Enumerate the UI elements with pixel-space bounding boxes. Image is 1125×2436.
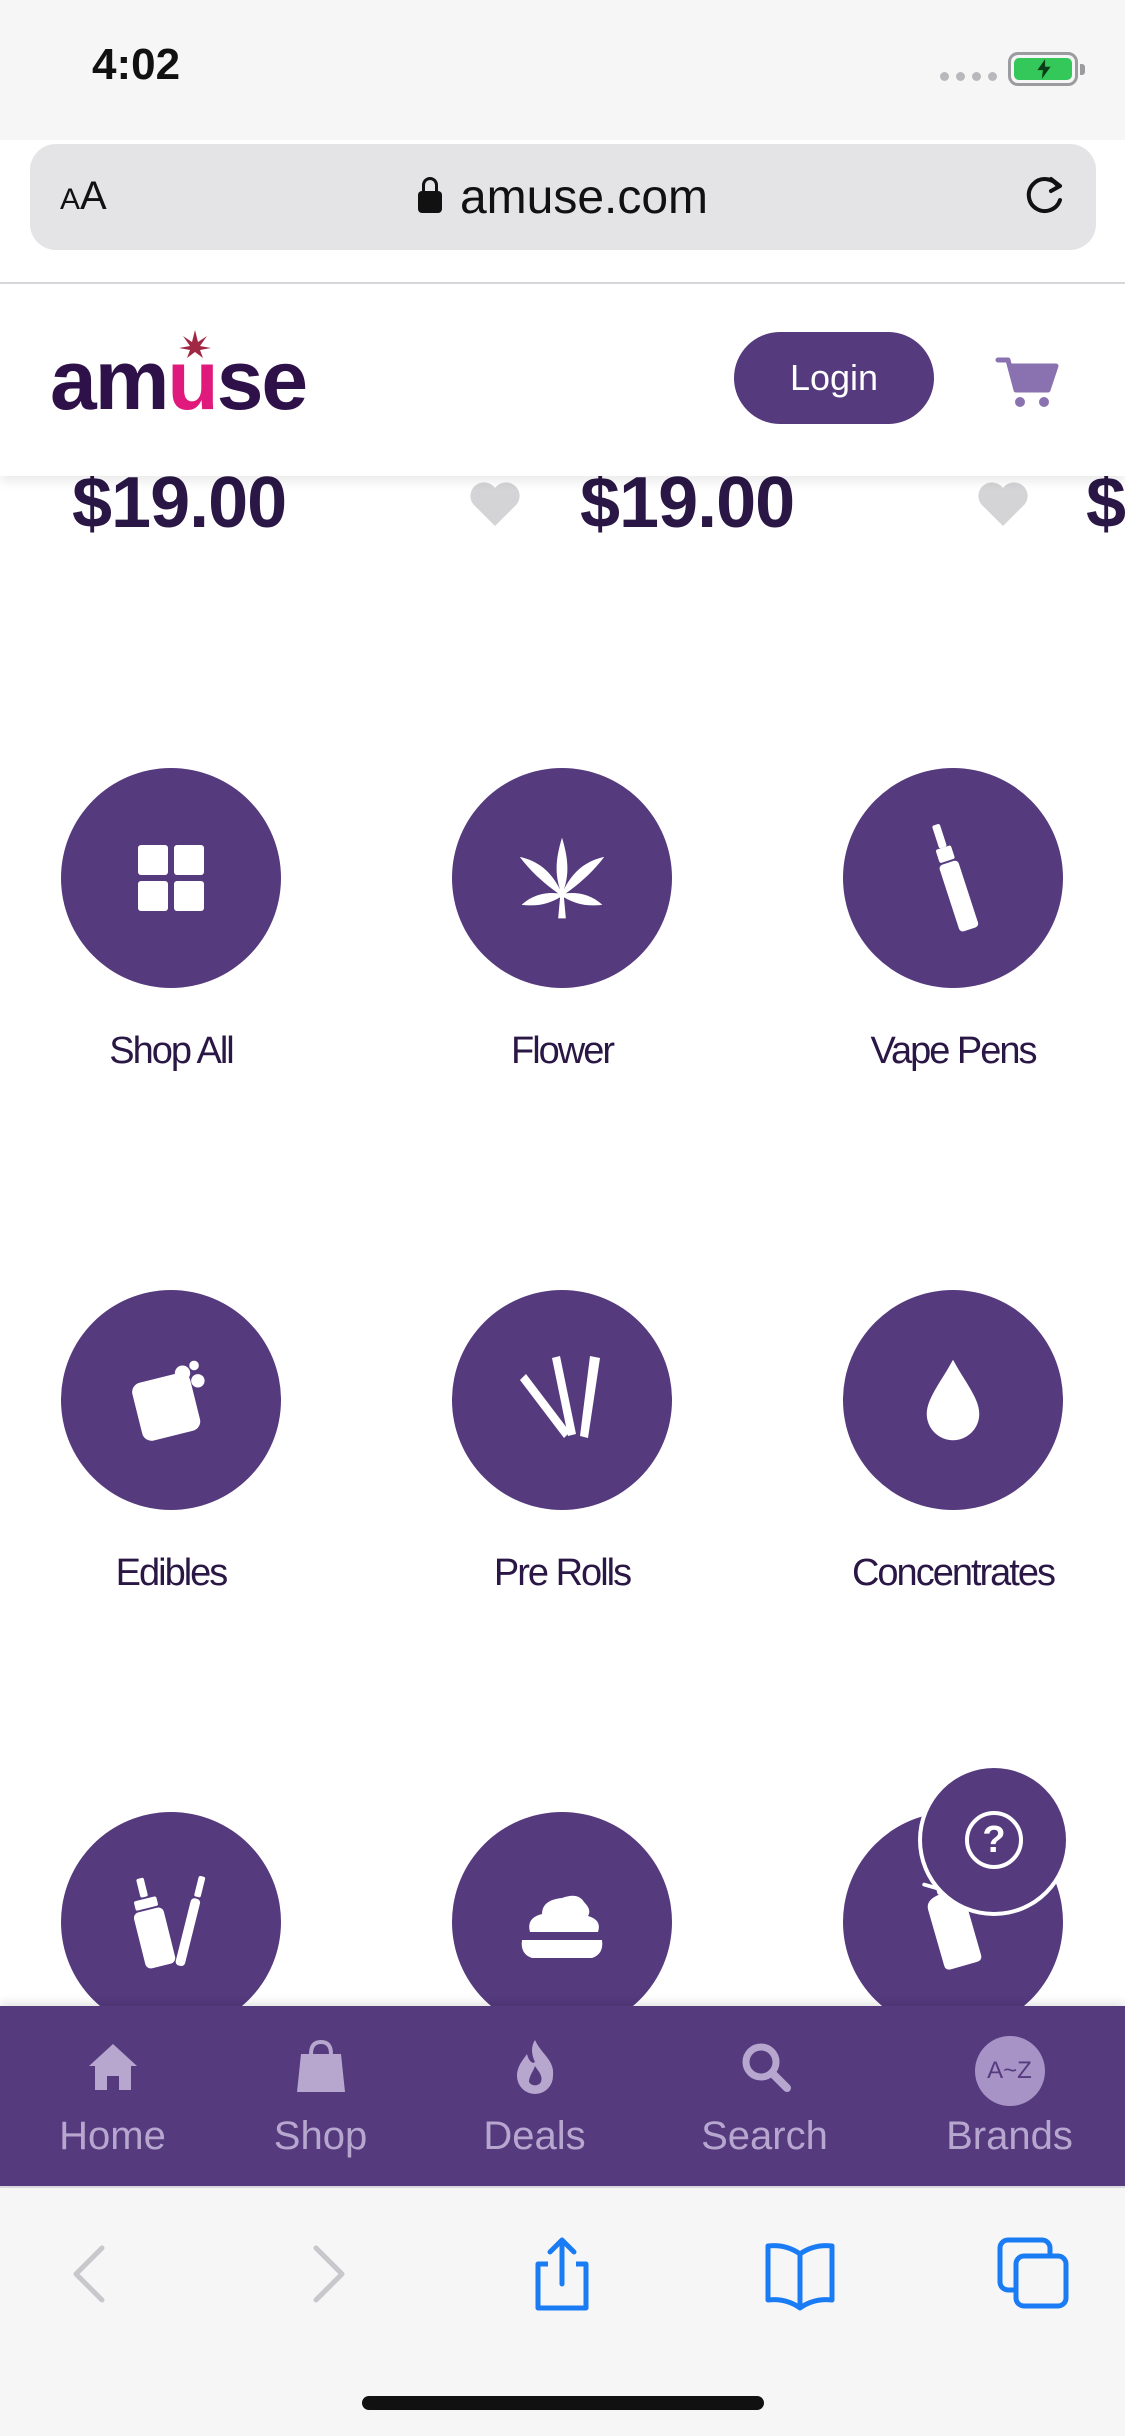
tab-brands[interactable]: A~Z Brands [897, 2006, 1122, 2186]
search-icon [742, 2043, 791, 2092]
tab-label: Shop [273, 2114, 368, 2158]
tab-home[interactable]: Home [0, 2006, 225, 2186]
logo-leaf-u: u [167, 330, 219, 429]
bottom-tab-bar: Home Shop Deals Search A~Z Brands [0, 2006, 1125, 2186]
amuse-logo[interactable]: amu se [50, 330, 308, 429]
home-icon [88, 2044, 137, 2090]
category-tinctures[interactable] [61, 1812, 281, 2032]
category-label[interactable]: Flower [392, 1030, 732, 1073]
site-header: amu se Login [0, 284, 1125, 476]
cart-icon[interactable] [994, 352, 1060, 412]
battery-icon [1008, 52, 1085, 86]
category-concentrates[interactable] [843, 1290, 1063, 1510]
tab-label: Search [701, 2114, 828, 2158]
category-topicals[interactable] [452, 1812, 672, 2032]
bookmarks-icon[interactable] [760, 2234, 840, 2314]
lock-icon [417, 177, 442, 213]
category-vape-pens[interactable] [843, 768, 1063, 988]
tincture-icon [133, 1875, 206, 1969]
tab-label: Brands [946, 2114, 1073, 2158]
tab-label: Home [59, 2114, 166, 2158]
tab-label: Deals [483, 2114, 586, 2158]
address-bar[interactable]: AA amuse.com [30, 144, 1096, 250]
flame-icon [516, 2040, 553, 2094]
url-display[interactable]: amuse.com [30, 170, 1096, 225]
category-label[interactable]: Concentrates [783, 1552, 1123, 1595]
drop-icon [926, 1359, 980, 1441]
heart-icon[interactable] [976, 478, 1030, 528]
category-label[interactable]: Vape Pens [783, 1030, 1123, 1073]
tab-shop[interactable]: Shop [208, 2006, 433, 2186]
status-time: 4:02 [92, 40, 181, 89]
share-icon[interactable] [522, 2234, 602, 2314]
shopping-bag-icon [296, 2039, 345, 2092]
heart-icon[interactable] [468, 478, 522, 528]
topical-icon [521, 1895, 603, 1958]
category-label[interactable]: Edibles [1, 1552, 341, 1595]
url-text: amuse.com [459, 171, 709, 224]
tab-deals[interactable]: Deals [422, 2006, 647, 2186]
category-flower[interactable] [452, 768, 672, 988]
category-label[interactable]: Pre Rolls [392, 1552, 732, 1595]
grid-icon [138, 845, 204, 911]
status-bar: 4:02 [0, 0, 1125, 140]
edible-icon [132, 1360, 205, 1441]
category-edibles[interactable] [61, 1290, 281, 1510]
reload-icon[interactable] [1018, 170, 1070, 222]
category-shop-all[interactable] [61, 768, 281, 988]
tabs-icon[interactable] [994, 2234, 1074, 2314]
tab-search[interactable]: Search [652, 2006, 877, 2186]
pre-roll-icon [520, 1356, 600, 1438]
login-button[interactable]: Login [734, 332, 934, 424]
home-indicator [362, 2396, 764, 2410]
help-button[interactable]: ? [922, 1768, 1066, 1912]
vape-pen-icon [932, 824, 979, 932]
back-icon[interactable] [52, 2234, 132, 2314]
leaf-icon [519, 837, 605, 919]
signal-icon [940, 72, 997, 81]
category-label[interactable]: Shop All [1, 1030, 341, 1073]
az-icon: A~Z [974, 2036, 1045, 2106]
question-icon: ? [965, 1811, 1023, 1869]
forward-icon[interactable] [286, 2234, 366, 2314]
category-pre-rolls[interactable] [452, 1290, 672, 1510]
